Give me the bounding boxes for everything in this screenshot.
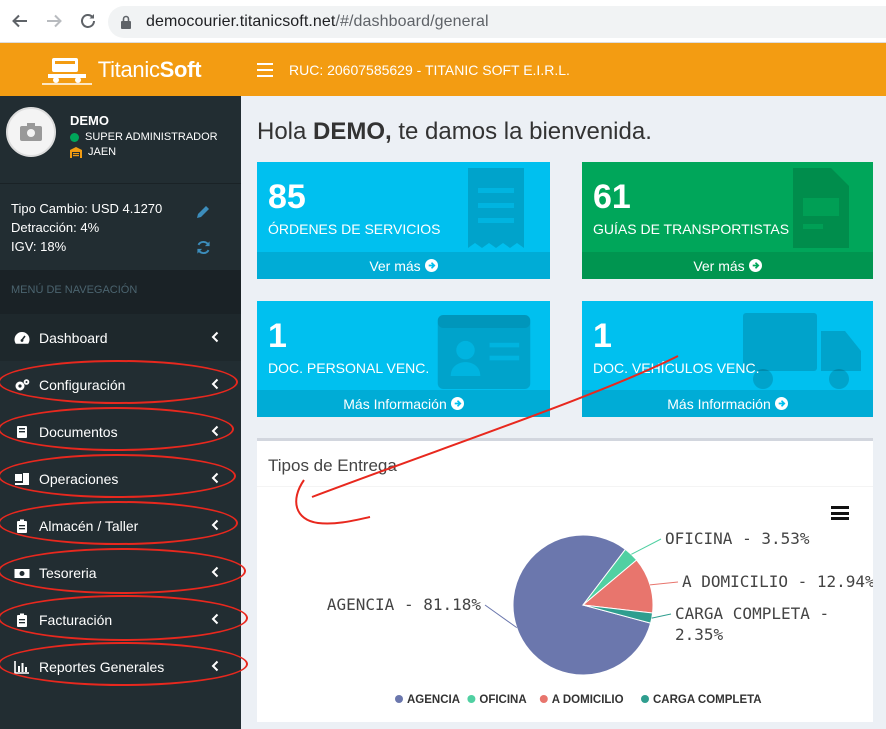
- user-name: DEMO: [70, 113, 109, 128]
- address-bar[interactable]: democourier.titanicsoft.net/#/dashboard/…: [108, 6, 886, 38]
- annotation-oval: [0, 360, 238, 404]
- truck-icon: [743, 313, 861, 389]
- pie-label-connector: [649, 581, 679, 586]
- user-role: SUPER ADMINISTRADOR: [85, 131, 218, 143]
- legend-item-a-domicilio[interactable]: A DOMICILIO: [539, 694, 624, 706]
- legend-item-oficina[interactable]: OFICINA: [467, 694, 527, 706]
- stat-label: DOC. VEHÍCULOS VENC.: [593, 360, 760, 376]
- camera-icon: [20, 123, 42, 141]
- main-content: Hola DEMO, te damos la bienvenida. 85 ÓR…: [241, 96, 886, 729]
- lock-icon: [121, 15, 131, 29]
- legend-marker: [539, 695, 548, 703]
- sidebar-toggle-button[interactable]: [257, 62, 273, 77]
- reload-button[interactable]: [74, 7, 102, 35]
- stat-box-doc-personal: 1 DOC. PERSONAL VENC. Más Información: [257, 301, 550, 417]
- ver-mas-link[interactable]: Ver más: [257, 252, 550, 279]
- detraction-rate: Detracción: 4%: [11, 220, 100, 235]
- app-header: TitanicSoft RUC: 20607585629 - TITANIC S…: [0, 43, 886, 96]
- arrow-circle-right-icon: [424, 259, 438, 272]
- arrow-circle-right-icon: [450, 397, 464, 410]
- stat-box-doc-vehiculos: 1 DOC. VEHÍCULOS VENC. Más Información: [582, 301, 873, 417]
- arrow-circle-right-icon: [774, 397, 788, 410]
- sidebar-item-dashboard[interactable]: Dashboard: [0, 314, 241, 361]
- dashboard-icon: [13, 330, 31, 346]
- logo[interactable]: TitanicSoft: [0, 43, 241, 96]
- welcome-heading: Hola DEMO, te damos la bienvenida.: [257, 118, 652, 145]
- annotation-oval: [0, 501, 238, 545]
- pie-label-connector: [631, 538, 662, 555]
- user-branch-row: JAEN: [70, 146, 218, 158]
- receipt-icon: [468, 168, 524, 248]
- stat-label: ÓRDENES DE SERVICIOS: [268, 221, 441, 237]
- file-invoice-icon: [793, 168, 849, 248]
- legend-label: OFICINA: [479, 694, 526, 706]
- legend-marker: [467, 695, 476, 703]
- legend-item-carga-completa[interactable]: CARGA COMPLETA: [641, 694, 762, 706]
- pie-slice-label: 2.35%: [675, 625, 724, 644]
- chevron-left-icon: [211, 331, 219, 343]
- back-button[interactable]: [6, 7, 34, 35]
- stat-box-guias: 61 GUÍAS DE TRANSPORTISTAS Ver más: [582, 162, 873, 279]
- sidebar: DEMO SUPER ADMINISTRADOR JAEN Tipo Cambi…: [0, 96, 248, 729]
- pie-slice-label: AGENCIA - 81.18%: [327, 595, 481, 614]
- online-status-icon: [70, 132, 79, 142]
- id-card-icon: [437, 315, 531, 389]
- mas-informacion-link[interactable]: Más Información: [257, 390, 550, 417]
- chart-box-tipos-entrega: Tipos de Entrega AGENCIA - 81.18% OFICINA…: [257, 438, 873, 722]
- user-panel: DEMO SUPER ADMINISTRADOR JAEN: [0, 96, 241, 184]
- pie-label-connector: [484, 604, 518, 629]
- legend-label: AGENCIA: [407, 694, 460, 706]
- pie-slice-label: CARGA COMPLETA -: [675, 604, 829, 623]
- menu-header: MENÚ DE NAVEGACIÓN: [0, 271, 241, 314]
- avatar: [6, 107, 56, 157]
- url-host: democourier.titanicsoft.net: [146, 13, 336, 30]
- warehouse-icon: [70, 146, 82, 158]
- company-name: RUC: 20607585629 - TITANIC SOFT E.I.R.L.: [289, 61, 570, 78]
- annotation-oval: [0, 548, 246, 594]
- arrow-circle-right-icon: [748, 259, 762, 272]
- stat-label: GUÍAS DE TRANSPORTISTAS: [593, 221, 790, 237]
- legend-label: CARGA COMPLETA: [653, 694, 762, 706]
- annotation-oval: [0, 595, 248, 641]
- arrow-right-icon: [47, 14, 62, 28]
- arrow-left-icon: [12, 14, 27, 28]
- sidebar-item-label: Dashboard: [39, 329, 108, 346]
- stat-label: DOC. PERSONAL VENC.: [268, 360, 430, 376]
- stat-number: 85: [268, 178, 306, 216]
- pie-slice-label: A DOMICILIO - 12.94%: [682, 572, 873, 591]
- user-role-row: SUPER ADMINISTRADOR: [70, 131, 218, 143]
- reload-icon: [81, 14, 95, 28]
- refresh-icon[interactable]: [196, 240, 211, 255]
- stat-number: 1: [593, 317, 612, 355]
- user-info: DEMO SUPER ADMINISTRADOR JAEN: [70, 107, 218, 158]
- logo-text: TitanicSoft: [97, 56, 202, 82]
- annotation-oval: [0, 642, 248, 686]
- truck-logo-icon: [41, 57, 92, 85]
- user-branch: JAEN: [88, 146, 117, 158]
- pie-slice-label: OFICINA - 3.53%: [665, 529, 810, 548]
- pie-chart: AGENCIA - 81.18% OFICINA - 3.53% A DOMICIL…: [327, 529, 873, 706]
- legend-marker: [395, 695, 403, 703]
- ver-mas-link[interactable]: Ver más: [582, 252, 873, 279]
- legend-label: A DOMICILIO: [552, 694, 624, 706]
- pencil-icon[interactable]: [196, 205, 210, 219]
- url-path: /#/dashboard/general: [335, 13, 489, 30]
- legend-marker: [641, 695, 649, 703]
- annotation-oval: [0, 454, 236, 498]
- stat-number: 61: [593, 178, 631, 216]
- rates-panel: Tipo Cambio: USD 4.1270 Detracción: 4% I…: [0, 184, 241, 271]
- annotation-oval: [0, 407, 234, 451]
- stat-number: 1: [268, 317, 287, 355]
- pie-label-connector: [651, 613, 672, 619]
- browser-toolbar: democourier.titanicsoft.net/#/dashboard/…: [0, 0, 886, 43]
- mas-informacion-link[interactable]: Más Información: [582, 390, 873, 417]
- legend-item-agencia[interactable]: AGENCIA: [395, 694, 460, 706]
- forward-button[interactable]: [40, 7, 68, 35]
- stat-box-ordenes: 85 ÓRDENES DE SERVICIOS Ver más: [257, 162, 550, 279]
